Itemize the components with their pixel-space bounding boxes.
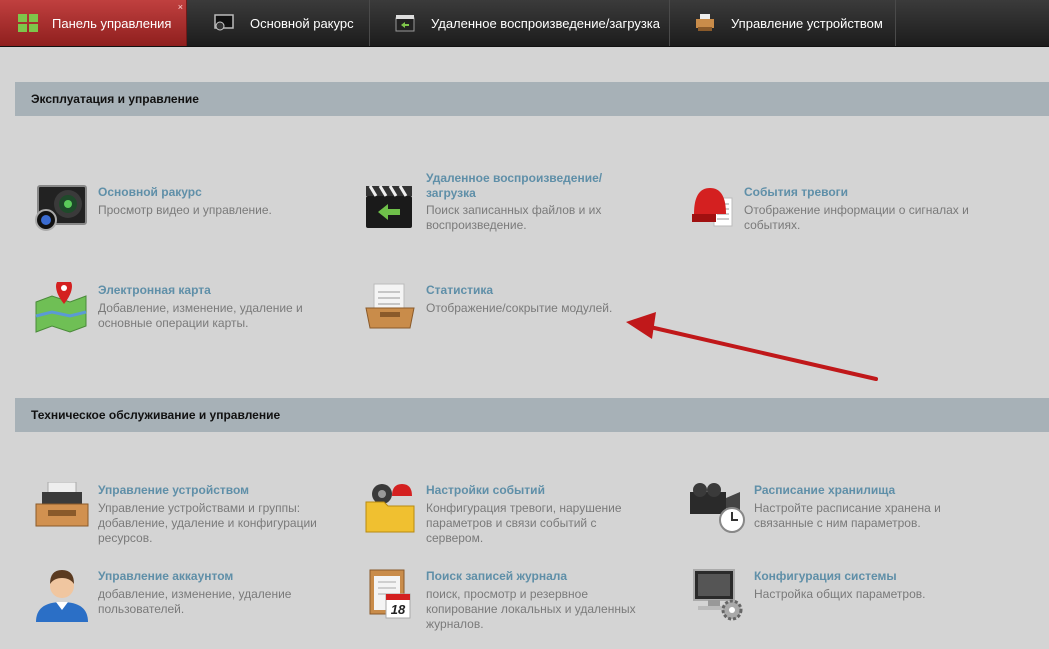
item-event-settings[interactable]: Настройки событий Конфигурация тревоги, … xyxy=(362,482,662,552)
item-title[interactable]: Электронная карта xyxy=(98,283,211,298)
item-description: Просмотр видео и управление. xyxy=(98,203,272,217)
item-description: добавление, изменение, удаление пользова… xyxy=(98,587,292,616)
item-title[interactable]: Поиск записей журнала xyxy=(426,569,567,584)
item-system-configuration[interactable]: Конфигурация системы Настройка общих пар… xyxy=(690,568,990,638)
item-title[interactable]: Расписание хранилища xyxy=(754,483,895,498)
tab-control-panel[interactable]: Панель управления × xyxy=(0,0,187,46)
item-title[interactable]: Удаленное воспроизведение/ загрузка xyxy=(426,171,646,201)
event-folder-icon xyxy=(365,484,415,533)
item-e-map[interactable]: Электронная карта Добавление, изменение,… xyxy=(34,282,334,352)
monitor-icon xyxy=(214,14,234,31)
statistics-tray-icon xyxy=(365,283,415,329)
device-printer-icon xyxy=(35,482,89,527)
map-pin-icon xyxy=(35,282,87,333)
item-description: Настройте расписание хранена и связанные… xyxy=(754,501,941,530)
calendar-day: 18 xyxy=(391,602,406,617)
printer-icon xyxy=(696,14,714,31)
item-main-view[interactable]: Основной ракурс Просмотр видео и управле… xyxy=(34,184,334,254)
item-description: Добавление, изменение, удаление и основн… xyxy=(98,301,303,330)
item-title[interactable]: Управление устройством xyxy=(98,483,249,498)
item-description: Отображение информации о сигналах и собы… xyxy=(744,203,969,232)
top-navigation-bar: Панель управления × Основной ракурс Удал… xyxy=(0,0,1049,47)
tab-label: Управление устройством xyxy=(731,15,883,31)
system-monitor-gear-icon xyxy=(693,569,743,621)
tab-main-view[interactable]: Основной ракурс xyxy=(187,0,370,46)
item-statistics[interactable]: Статистика Отображение/сокрытие модулей. xyxy=(362,282,662,352)
user-icon xyxy=(36,570,88,622)
alarm-siren-icon xyxy=(692,188,733,227)
item-description: поиск, просмотр и резервное копирование … xyxy=(426,587,636,631)
item-description: Поиск записанных файлов и их воспроизвед… xyxy=(426,203,602,232)
log-calendar-icon: 18 xyxy=(369,569,411,619)
item-storage-schedule[interactable]: Расписание хранилища Настройте расписани… xyxy=(690,482,990,552)
item-alarm-events[interactable]: События тревоги Отображение информации о… xyxy=(690,184,990,254)
item-description: Управление устройствами и группы: добавл… xyxy=(98,501,317,545)
camera-clock-icon xyxy=(690,483,745,533)
item-account-management[interactable]: Управление аккаунтом добавление, изменен… xyxy=(34,568,334,638)
item-remote-playback[interactable]: Удаленное воспроизведение/ загрузка Поис… xyxy=(362,170,662,240)
tab-label: Основной ракурс xyxy=(250,15,354,31)
tab-label: Удаленное воспроизведение/загрузка xyxy=(431,15,660,31)
tab-label: Панель управления xyxy=(52,15,172,31)
section-header-maintenance: Техническое обслуживание и управление xyxy=(15,398,1049,432)
grid-icon xyxy=(18,14,38,32)
item-title[interactable]: События тревоги xyxy=(744,185,848,200)
close-icon[interactable]: × xyxy=(178,2,183,12)
monitor-camera-icon xyxy=(35,185,87,231)
item-title[interactable]: Конфигурация системы xyxy=(754,569,897,584)
tab-device-management[interactable]: Управление устройством xyxy=(670,0,896,46)
item-log-search[interactable]: 18 Поиск записей журнала поиск, просмотр… xyxy=(362,568,662,638)
tab-remote-playback[interactable]: Удаленное воспроизведение/загрузка xyxy=(370,0,670,46)
item-description: Конфигурация тревоги, нарушение параметр… xyxy=(426,501,622,545)
clapper-icon xyxy=(395,15,415,32)
section-header-operation: Эксплуатация и управление xyxy=(15,82,1049,116)
clapper-icon xyxy=(366,185,412,228)
item-title[interactable]: Статистика xyxy=(426,283,493,298)
item-description: Отображение/сокрытие модулей. xyxy=(426,301,613,315)
item-title[interactable]: Основной ракурс xyxy=(98,185,202,200)
item-description: Настройка общих параметров. xyxy=(754,587,926,601)
item-device-management[interactable]: Управление устройством Управление устрой… xyxy=(34,482,334,552)
item-title[interactable]: Управление аккаунтом xyxy=(98,569,233,584)
item-title[interactable]: Настройки событий xyxy=(426,483,545,498)
